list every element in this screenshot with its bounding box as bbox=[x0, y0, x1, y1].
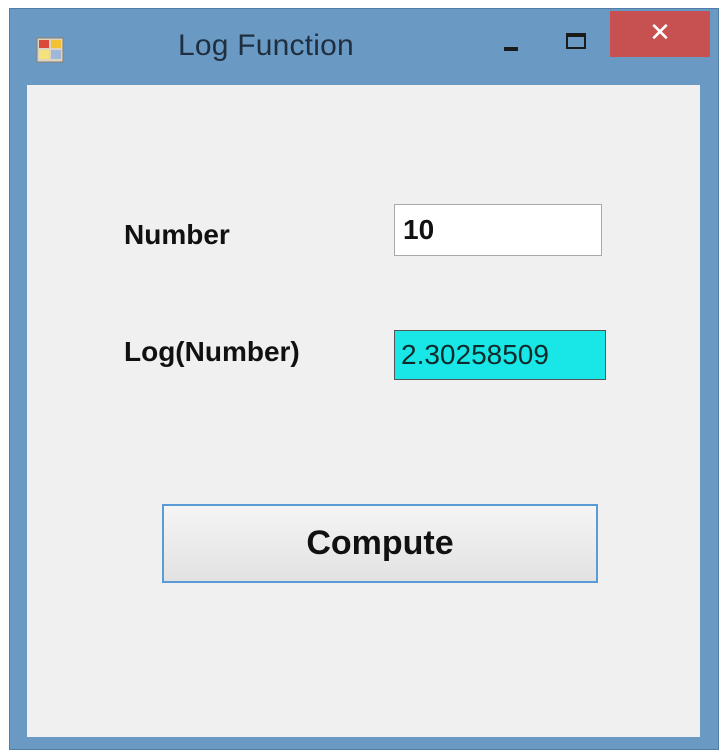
form-client-area: Number 10 Log(Number) 2.30258509 Compute bbox=[27, 85, 700, 737]
log-result-field: 2.30258509 bbox=[394, 330, 606, 380]
app-window: Log Function ✕ Number 10 Log(Number) 2.3… bbox=[9, 8, 719, 750]
compute-button[interactable]: Compute bbox=[162, 504, 598, 583]
app-form-icon[interactable] bbox=[36, 37, 64, 63]
close-icon: ✕ bbox=[649, 18, 671, 48]
number-input[interactable]: 10 bbox=[394, 204, 602, 256]
window-title: Log Function bbox=[178, 29, 354, 62]
close-button[interactable]: ✕ bbox=[610, 11, 710, 57]
number-label: Number bbox=[124, 219, 230, 250]
title-bar[interactable]: Log Function ✕ bbox=[10, 9, 718, 85]
maximize-button[interactable] bbox=[558, 23, 594, 59]
log-label: Log(Number) bbox=[124, 336, 300, 367]
minimize-button[interactable] bbox=[494, 25, 530, 61]
